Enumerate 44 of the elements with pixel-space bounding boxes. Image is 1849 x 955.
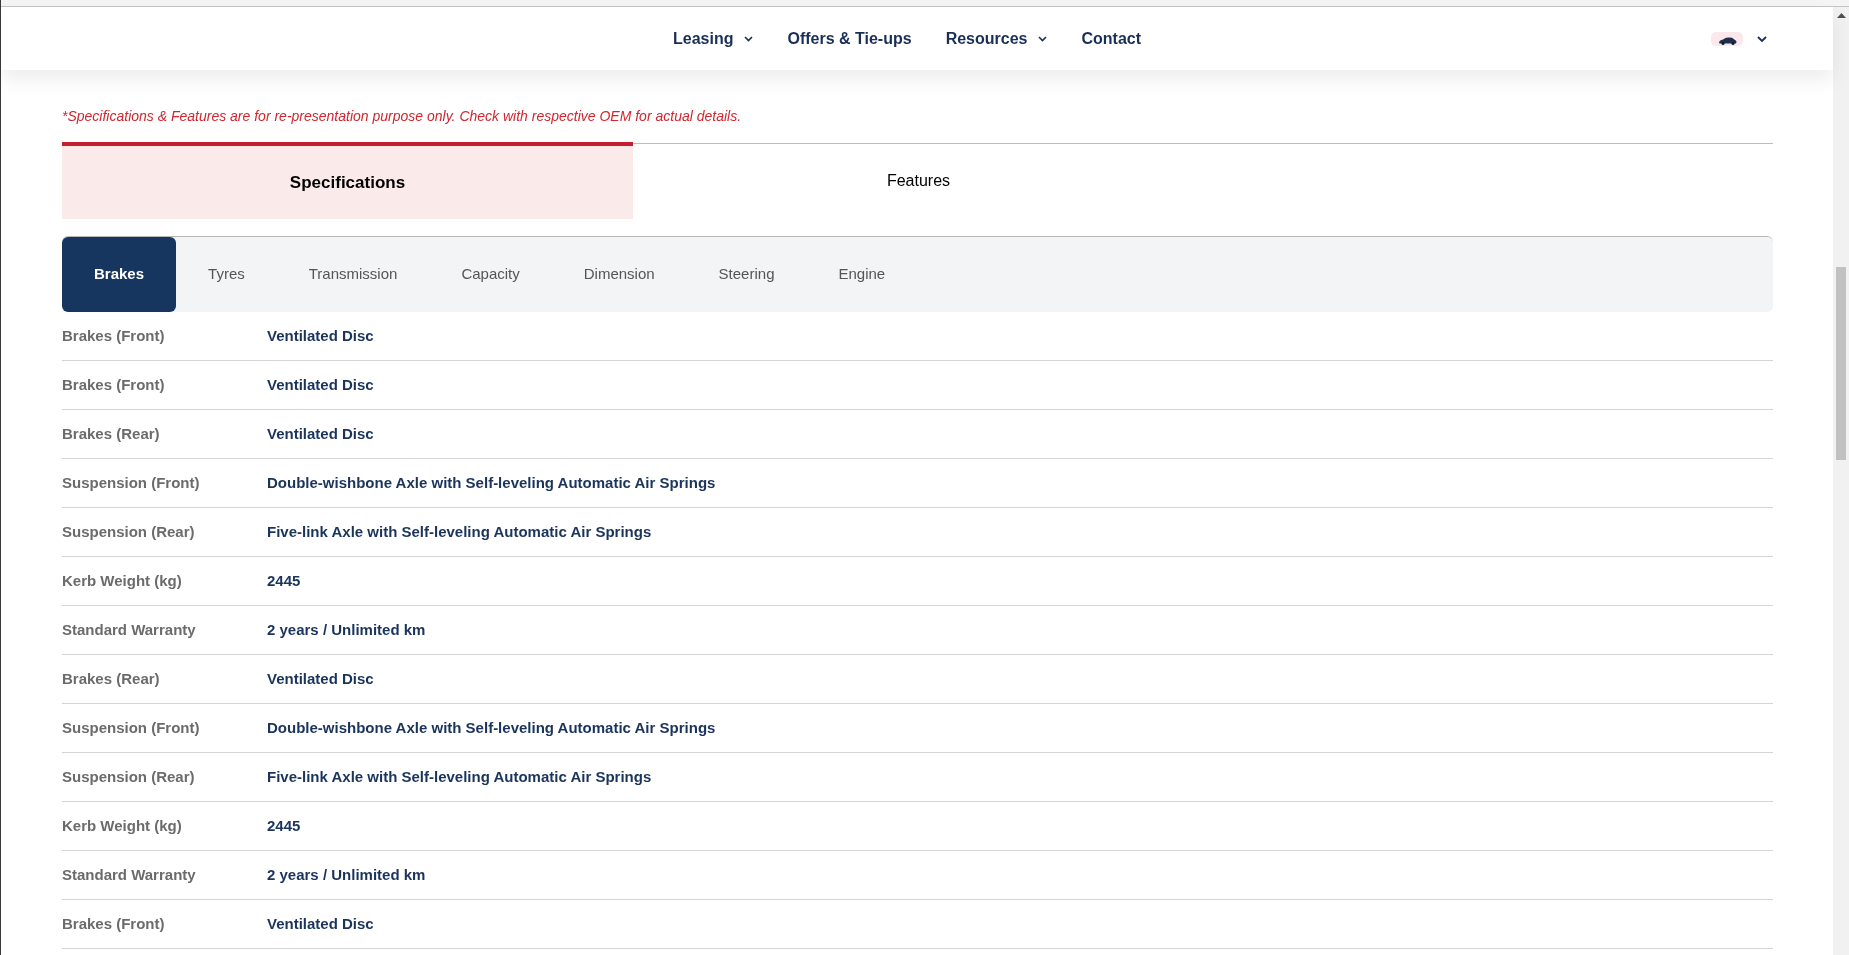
spec-tab[interactable]: Transmission [276,237,430,312]
car-icon [1711,31,1743,46]
spec-label: Kerb Weight (kg) [62,570,183,591]
spec-label: Suspension (Rear) [62,766,196,787]
spec-value: Ventilated Disc [267,668,374,689]
spec-value: 2445 [267,815,301,836]
spec-label: Suspension (Front) [62,717,201,738]
spec-label: Brakes (Rear) [62,668,161,689]
spec-label: Suspension (Rear) [62,521,196,542]
spec-value: 2 years / Unlimited km [267,864,426,885]
disclaimer-text: *Specifications & Features are for re-presentation purpose only. Check with respective OEM for actual details. [62,107,743,125]
spec-label: Brakes (Front) [62,325,166,346]
spec-value: Ventilated Disc [267,325,374,346]
section-tab[interactable]: Specifications [62,142,633,219]
spec-tab[interactable]: Tyres [176,237,277,312]
spec-label: Suspension (Front) [62,472,201,493]
spec-value: 2 years / Unlimited km [267,619,426,640]
spec-tab[interactable]: Brakes [62,237,177,312]
spec-tab[interactable]: Engine [806,237,918,312]
region-selector-button[interactable] [1711,31,1767,46]
spec-value: Double-wishbone Axle with Self-leveling Automatic Air Springs [267,472,716,493]
spec-value: Five-link Axle with Self-leveling Automatic Air Springs [267,521,652,542]
spec-label: Brakes (Front) [62,374,166,395]
spec-label: Standard Warranty [62,619,197,640]
spec-value: Ventilated Disc [267,374,374,395]
spec-label: Standard Warranty [62,864,197,885]
spec-tab[interactable]: Steering [686,237,807,312]
spec-value: Double-wishbone Axle with Self-leveling Automatic Air Springs [267,717,716,738]
spec-value: 2445 [267,570,301,591]
scrollbar-thumb[interactable] [1836,267,1846,460]
nav-link[interactable]: Leasing [673,26,754,51]
nav-link[interactable]: Contact [1081,26,1141,51]
caret-icon [1757,35,1767,42]
spec-value: Ventilated Disc [267,913,374,934]
spec-tab[interactable]: Dimension [551,237,687,312]
spec-label: Kerb Weight (kg) [62,815,183,836]
spec-label: Brakes (Rear) [62,423,161,444]
nav-link[interactable]: Offers & Tie-ups [787,26,912,51]
scroll-up-icon[interactable] [1836,13,1846,18]
spec-value: Five-link Axle with Self-leveling Automatic Air Springs [267,766,652,787]
spec-tab[interactable]: Capacity [429,237,552,312]
spec-label: Brakes (Front) [62,913,166,934]
spec-value: Ventilated Disc [267,423,374,444]
nav-link[interactable]: Resources [945,26,1048,51]
